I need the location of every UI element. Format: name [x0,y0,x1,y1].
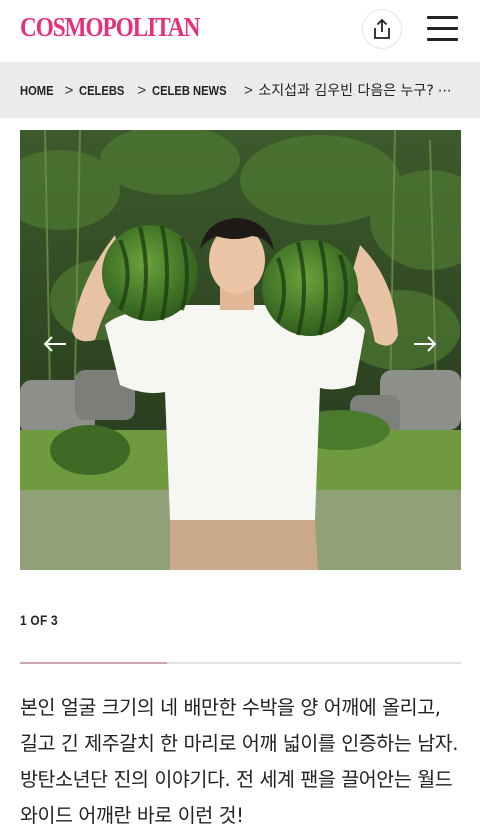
chevron-right-icon: > [64,81,74,99]
share-icon [374,18,390,39]
chevron-right-icon: > [244,81,253,99]
breadcrumb: HOME > CELEBS > CELEB NEWS > 소지섭과 김우빈 다음… [0,62,480,118]
breadcrumb-home[interactable]: HOME [20,83,54,98]
arrow-right-icon[interactable] [412,334,438,354]
top-navigation-bar: COSMOPOLITAN [0,0,480,62]
gallery-counter: 1 OF 3 [20,612,58,628]
ellipsis-icon: ⋯ [437,81,452,98]
gallery-image[interactable] [20,130,461,570]
breadcrumb-current: 소지섭과 김우빈 다음은 누구? [258,83,434,99]
chevron-right-icon: > [137,81,147,99]
hamburger-menu-icon [427,16,458,19]
breadcrumb-celebs[interactable]: CELEBS [79,83,124,98]
hamburger-menu-button[interactable] [427,14,459,42]
share-button[interactable] [362,9,402,49]
gallery-progress-fill [20,662,167,664]
arrow-left-icon[interactable] [42,334,68,354]
gallery-progress-track [20,662,461,664]
cosmopolitan-logo[interactable]: COSMOPOLITAN [20,11,200,43]
breadcrumb-celeb-news[interactable]: CELEB NEWS [152,83,227,98]
article-paragraph: 본인 얼굴 크기의 네 배만한 수박을 양 어깨에 올리고, 길고 긴 제주갈치… [20,696,459,827]
